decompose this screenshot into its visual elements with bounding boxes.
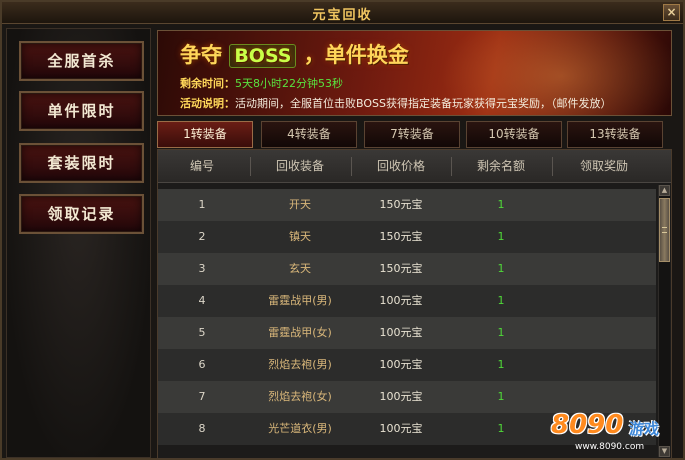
tab-tier-7[interactable]: 7转装备 [364,121,460,148]
cell-id: 1 [198,198,206,211]
event-description-row: 活动说明：活动期间，全服首位击败BOSS获得指定装备玩家获得元宝奖励，（邮件发放… [180,95,611,111]
table-row: 1 开天 150元宝 1 [158,189,656,221]
sidebar: 全服首杀 单件限时 套装限时 领取记录 [6,28,151,458]
cell-id: 2 [198,230,206,243]
cell-remaining: 1 [497,262,505,275]
sidebar-item-first-kill[interactable]: 全服首杀 [19,41,144,81]
cell-price: 100元宝 [379,390,423,403]
cell-price: 150元宝 [379,262,423,275]
cell-reward[interactable] [552,221,656,253]
cell-price: 100元宝 [379,422,423,435]
sidebar-item-set-limited[interactable]: 套装限时 [19,143,144,183]
event-banner: 争夺 BOSS ，单件换金 剩余时间：5天8小时22分钟53秒 活动说明：活动期… [157,30,672,116]
tab-tier-4[interactable]: 4转装备 [261,121,357,148]
remaining-time-value: 5天8小时22分钟53秒 [235,77,343,90]
watermark-text: 游戏 [629,420,660,438]
cell-id: 5 [198,326,206,339]
cell-reward[interactable] [552,285,656,317]
recycle-window: 元宝回收 × 全服首杀 单件限时 套装限时 领取记录 争夺 BOSS ，单件换金… [0,0,685,460]
column-header-price: 回收价格 [376,159,425,173]
cell-price: 100元宝 [379,294,423,307]
cell-item: 镇天 [289,230,311,243]
banner-headline-boss: BOSS [229,44,297,68]
tab-tier-1[interactable]: 1转装备 [157,121,253,148]
scroll-up-arrow-icon[interactable]: ▲ [659,185,670,196]
cell-item: 雷霆战甲(女) [268,326,332,339]
table-row: 2 镇天 150元宝 1 [158,221,656,253]
table-row: 6 烈焰去袍(男) 100元宝 1 [158,349,656,381]
watermark-logo: 8090 [551,410,624,440]
cell-id: 3 [198,262,206,275]
sidebar-item-claim-records[interactable]: 领取记录 [19,194,144,234]
title-bar[interactable]: 元宝回收 × [2,2,683,24]
cell-price: 100元宝 [379,326,423,339]
watermark-url: www.8090.com [575,442,645,452]
table-row: 3 玄天 150元宝 1 [158,253,656,285]
cell-item: 烈焰去袍(男) [268,358,332,371]
cell-item: 光芒道衣(男) [268,422,332,435]
cell-remaining: 1 [497,198,505,211]
event-description-label: 活动说明： [180,97,235,110]
tab-tier-13[interactable]: 13转装备 [567,121,663,148]
cell-id: 8 [198,422,206,435]
cell-price: 100元宝 [379,358,423,371]
cell-id: 7 [198,390,206,403]
remaining-time-label: 剩余时间： [180,77,235,90]
cell-price: 150元宝 [379,230,423,243]
cell-item: 玄天 [289,262,311,275]
scroll-thumb[interactable] [659,198,670,262]
banner-headline-post: ，单件换金 [303,42,409,67]
cell-remaining: 1 [497,294,505,307]
cell-reward[interactable] [552,349,656,381]
cell-remaining: 1 [497,390,505,403]
window-title: 元宝回收 [312,8,373,23]
cell-remaining: 1 [497,230,505,243]
banner-headline-pre: 争夺 [180,42,222,67]
cell-id: 4 [198,294,206,307]
cell-id: 6 [198,358,206,371]
column-header-id: 编号 [189,159,214,173]
column-header-item: 回收装备 [275,159,324,173]
banner-headline: 争夺 BOSS ，单件换金 [180,39,409,69]
cell-reward[interactable] [552,189,656,221]
column-header-remaining: 剩余名额 [476,159,525,173]
cell-item: 开天 [289,198,311,211]
grip-icon [662,227,667,233]
table-row: 5 雷霆战甲(女) 100元宝 1 [158,317,656,349]
table-header: 编号 回收装备 回收价格 剩余名额 领取奖励 [158,150,671,183]
cell-reward[interactable] [552,253,656,285]
sidebar-item-single-limited[interactable]: 单件限时 [19,91,144,131]
cell-item: 雷霆战甲(男) [268,294,332,307]
cell-price: 150元宝 [379,198,423,211]
tier-tabs: 1转装备 4转装备 7转装备 10转装备 13转装备 [157,121,672,148]
table-row: 4 雷霆战甲(男) 100元宝 1 [158,285,656,317]
tab-tier-10[interactable]: 10转装备 [466,121,562,148]
cell-remaining: 1 [497,326,505,339]
event-description-value: 活动期间，全服首位击败BOSS获得指定装备玩家获得元宝奖励，（邮件发放） [235,97,612,110]
cell-item: 烈焰去袍(女) [268,390,332,403]
remaining-time-row: 剩余时间：5天8小时22分钟53秒 [180,75,343,91]
site-watermark: 8090 游戏 www.8090.com [551,406,679,454]
column-header-reward: 领取奖励 [579,159,628,173]
cell-remaining: 1 [497,358,505,371]
cell-reward[interactable] [552,317,656,349]
cell-remaining: 1 [497,422,505,435]
close-button[interactable]: × [663,4,680,21]
